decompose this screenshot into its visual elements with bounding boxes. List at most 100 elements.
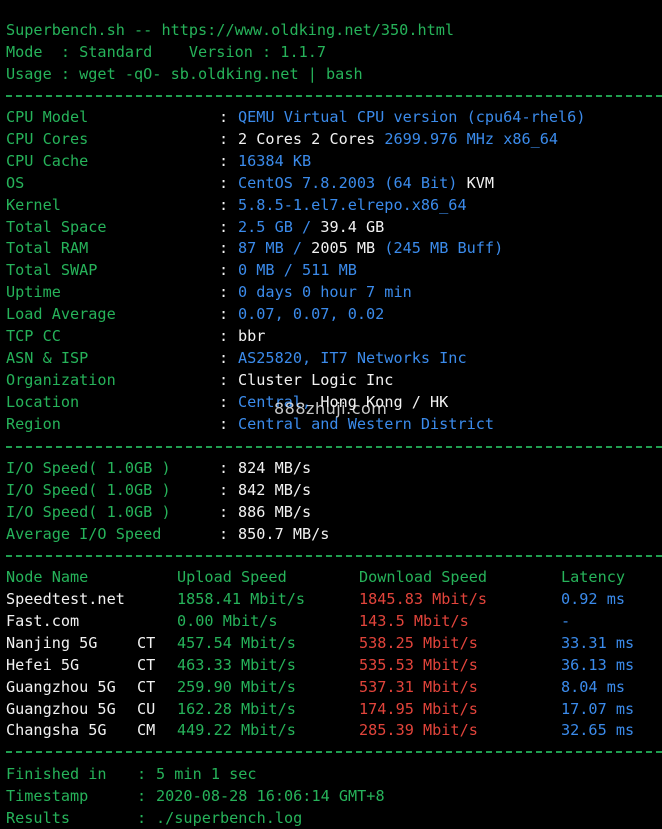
io-label: I/O Speed( 1.0GB )	[6, 459, 171, 477]
sysinfo-value: Cluster Logic Inc	[238, 369, 393, 391]
speedtest-node: Changsha 5G	[6, 721, 107, 740]
sysinfo-value: 16384 KB	[238, 150, 311, 172]
footer-value: 5 min 1 sec	[156, 765, 257, 783]
speedtest-isp: CM	[137, 721, 156, 740]
io-colon: :	[219, 502, 229, 521]
separator-line	[6, 555, 662, 557]
separator-line	[6, 446, 662, 448]
sysinfo-row: Total SWAP:0 MB / 511 MB	[6, 259, 656, 281]
sysinfo-value-part: 0.07, 0.07, 0.02	[238, 305, 385, 324]
sysinfo-value: 5.8.5-1.el7.elrepo.x86_64	[238, 194, 467, 216]
speedtest-node: Nanjing 5G	[6, 633, 98, 652]
sysinfo-value-part: 0 days 0 hour 7 min	[238, 283, 412, 302]
speedtest-isp: CT	[137, 677, 156, 696]
speedtest-latency: 32.65 ms	[561, 721, 635, 740]
io-colon: :	[219, 459, 229, 477]
io-label: I/O Speed( 1.0GB )	[6, 480, 171, 499]
speedtest-header-upload: Upload Speed	[177, 568, 287, 586]
sysinfo-value: 87 MB / 2005 MB (245 MB Buff)	[238, 237, 503, 259]
sysinfo-label: Total SWAP	[6, 261, 98, 280]
sysinfo-row: Load Average:0.07, 0.07, 0.02	[6, 303, 656, 325]
separator-line	[6, 95, 662, 97]
sysinfo-value-part: 16384 KB	[238, 151, 312, 170]
sysinfo-value: QEMU Virtual CPU version (cpu64-rhel6)	[238, 106, 585, 128]
io-row: Average I/O Speed:850.7 MB/s	[6, 523, 656, 545]
sysinfo-row: OS: CentOS 7.8.2003 (64 Bit) KVM	[6, 172, 656, 194]
sysinfo-row: Total RAM:87 MB / 2005 MB (245 MB Buff)	[6, 237, 656, 259]
speedtest-row: Guangzhou 5G CT 259.90 Mbit/s 537.31 Mbit/s…	[6, 676, 656, 698]
sysinfo-label: CPU Model	[6, 108, 89, 126]
sysinfo-colon: :	[219, 392, 229, 411]
sysinfo-value-part: bbr	[238, 327, 266, 345]
speedtest-row: Changsha 5G CM 449.22 Mbit/s 285.39 Mbit/s 3…	[6, 719, 656, 741]
speedtest-node: Speedtest.net	[6, 590, 125, 608]
speedtest-row: Hefei 5G CT 463.33 Mbit/s 535.53 Mbit/s 36.1…	[6, 654, 656, 676]
footer-row: Results: ./superbench.log	[6, 807, 656, 829]
sysinfo-value-part: 2 Cores	[311, 129, 376, 148]
sysinfo-label: Total RAM	[6, 239, 89, 258]
sysinfo-label: Total Space	[6, 217, 107, 236]
sysinfo-colon: :	[219, 327, 229, 345]
sysinfo-row: CPU Cores:2 Cores 2 Cores 2699.976 MHz x…	[6, 128, 656, 150]
sysinfo-label: Uptime	[6, 283, 61, 302]
sysinfo-value: bbr	[238, 325, 265, 347]
io-value: 850.7 MB/s	[238, 524, 330, 543]
sysinfo-colon: :	[219, 173, 229, 192]
sysinfo-label: Location	[6, 392, 80, 411]
speedtest-row: Fast.com 0.00 Mbit/s 143.5 Mbit/s -	[6, 610, 656, 632]
sysinfo-colon: :	[219, 239, 229, 258]
sysinfo-colon: :	[219, 414, 229, 433]
header-mode: Mode : Standard Version : 1.1.7	[6, 43, 327, 61]
sysinfo-value: 2 Cores 2 Cores 2699.976 MHz x86_64	[238, 128, 558, 150]
speedtest-node: Fast.com	[6, 611, 80, 630]
sysinfo-value: AS25820, IT7 Networks Inc	[238, 347, 467, 369]
speedtest-upload: 259.90 Mbit/s	[177, 677, 296, 696]
header-usage: Usage : wget -qO- sb.oldking.net | bash	[6, 65, 363, 83]
speedtest-node: Guangzhou 5G	[6, 699, 116, 718]
sysinfo-label: ASN & ISP	[6, 348, 89, 367]
speedtest-upload: 463.33 Mbit/s	[177, 655, 296, 674]
speedtest-header-latency: Latency	[561, 568, 626, 586]
sysinfo-value-part: 0 MB / 511 MB	[238, 261, 357, 280]
sysinfo-value-part: 2005 MB	[311, 239, 376, 258]
speedtest-latency: 33.31 ms	[561, 633, 635, 652]
sysinfo-colon: :	[219, 195, 229, 214]
sysinfo-colon: :	[219, 261, 229, 280]
sysinfo-label: OS	[6, 173, 25, 192]
sysinfo-label: CPU Cache	[6, 151, 89, 170]
speedtest-latency: 17.07 ms	[561, 699, 635, 718]
speedtest-download: 537.31 Mbit/s	[359, 677, 478, 696]
sysinfo-colon: :	[219, 217, 229, 236]
sysinfo-label: Region	[6, 414, 61, 433]
speedtest-download: 285.39 Mbit/s	[359, 721, 478, 740]
sysinfo-value: 0 MB / 511 MB	[238, 259, 357, 281]
io-label: Average I/O Speed	[6, 524, 162, 543]
sysinfo-label: TCP CC	[6, 327, 61, 345]
sysinfo-value-part: CentOS 7.8.2003 (64 Bit)	[238, 173, 458, 192]
speedtest-download: 538.25 Mbit/s	[359, 633, 478, 652]
io-colon: :	[219, 480, 229, 499]
footer-colon: :	[137, 786, 147, 805]
speedtest-latency: 8.04 ms	[561, 677, 626, 696]
speedtest-download: 143.5 Mbit/s	[359, 611, 469, 630]
sysinfo-colon: :	[219, 370, 229, 389]
sysinfo-value-part: 39.4 GB	[320, 217, 385, 236]
speedtest-node: Hefei 5G	[6, 655, 80, 674]
io-value: 842 MB/s	[238, 480, 312, 499]
sysinfo-value: 0.07, 0.07, 0.02	[238, 303, 384, 325]
speedtest-isp: CT	[137, 655, 156, 674]
sysinfo-label: Organization	[6, 370, 116, 389]
sysinfo-row: CPU Cache:16384 KB	[6, 150, 656, 172]
sysinfo-value-part: 2 Cores	[238, 129, 303, 148]
speedtest-latency: 0.92 ms	[561, 590, 626, 608]
sysinfo-colon: :	[219, 151, 229, 170]
footer-value: ./superbench.log	[156, 808, 303, 827]
speedtest-upload: 457.54 Mbit/s	[177, 633, 296, 652]
sysinfo-value-part: KVM	[466, 173, 495, 192]
sysinfo-label: Kernel	[6, 195, 61, 214]
header-title: Superbench.sh -- https://www.oldking.net…	[6, 21, 455, 39]
speedtest-node: Guangzhou 5G	[6, 677, 116, 696]
speedtest-upload: 449.22 Mbit/s	[177, 721, 296, 740]
speedtest-download: 1845.83 Mbit/s	[359, 590, 488, 608]
speedtest-download: 535.53 Mbit/s	[359, 655, 478, 674]
